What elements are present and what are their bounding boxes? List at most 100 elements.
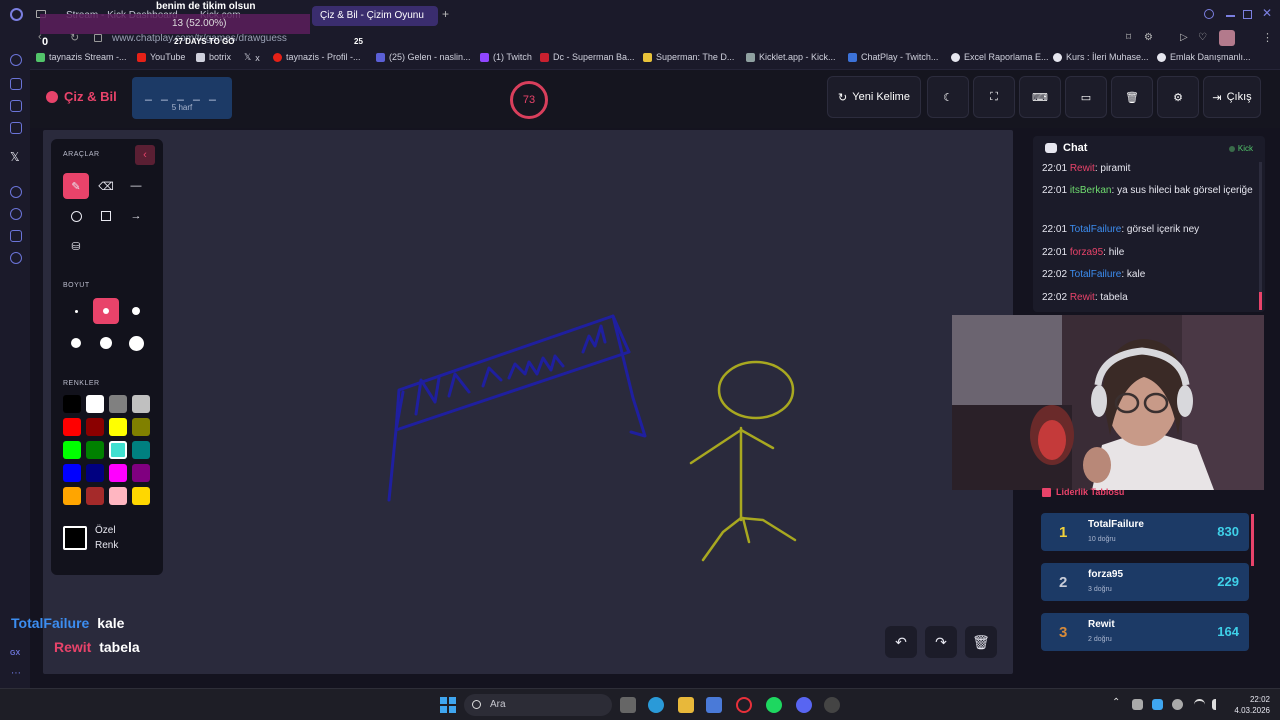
discord-icon[interactable] (796, 697, 812, 713)
bookmark-item[interactable]: Emlak Danışmanlı... (1157, 52, 1251, 62)
color-swatch[interactable] (109, 418, 127, 436)
color-swatch[interactable] (109, 487, 127, 505)
fill-tool[interactable]: ⛁ (63, 233, 89, 259)
exit-button[interactable]: ⇥ Çıkış (1203, 76, 1261, 118)
bookmark-item[interactable]: Dc - Superman Ba... (540, 52, 635, 62)
taskbar-search[interactable]: Ara (464, 694, 612, 716)
leaderboard-scroll-thumb[interactable] (1251, 514, 1254, 566)
volume-icon[interactable] (1212, 699, 1223, 710)
tab-drawguess[interactable]: Çiz & Bil - Çizim Oyunu (312, 6, 438, 26)
custom-color-swatch[interactable] (63, 526, 87, 550)
tray-app-icon[interactable] (1152, 699, 1163, 710)
color-swatch[interactable] (132, 464, 150, 482)
task-view-icon[interactable] (620, 697, 636, 713)
eraser-tool[interactable]: ⌫ (93, 173, 119, 199)
collapse-panel-button[interactable]: ‹ (135, 145, 155, 165)
sidebar-extensions-icon[interactable] (10, 230, 22, 242)
avatar[interactable] (1219, 30, 1235, 46)
keyboard-button[interactable]: ⌨ (1019, 76, 1061, 118)
color-swatch[interactable] (63, 418, 81, 436)
color-swatch[interactable] (109, 464, 127, 482)
color-swatch[interactable] (63, 395, 81, 413)
color-swatch[interactable] (86, 441, 104, 459)
archive-button[interactable]: ▭ (1065, 76, 1107, 118)
size-m-button[interactable] (123, 298, 149, 324)
chat-scrollbar[interactable] (1259, 162, 1262, 310)
circle-tool[interactable] (63, 203, 89, 229)
windows-start-icon[interactable] (440, 697, 456, 713)
clear-canvas-button[interactable]: 🗑 (965, 626, 997, 658)
bookmark-item[interactable]: Excel Raporlama E... (951, 52, 1049, 62)
sidebar-history-icon[interactable] (10, 208, 22, 220)
bookmark-item[interactable]: botrix (196, 52, 231, 62)
wifi-icon[interactable] (1194, 699, 1205, 710)
chat-scroll-thumb[interactable] (1259, 292, 1262, 310)
color-swatch[interactable] (132, 441, 150, 459)
bookmark-item[interactable]: Superman: The D... (643, 52, 734, 62)
custom-color-picker[interactable]: Özel Renk (63, 523, 118, 553)
color-swatch[interactable] (86, 395, 104, 413)
color-swatch[interactable] (132, 395, 150, 413)
obs-icon[interactable] (824, 697, 840, 713)
search-icon[interactable] (1204, 9, 1214, 19)
settings-button[interactable]: ⚙ (1157, 76, 1199, 118)
menu-icon[interactable]: ⋮ (1262, 31, 1273, 44)
new-tab-button[interactable]: + (442, 7, 449, 21)
bookmark-item[interactable]: ChatPlay - Twitch... (848, 52, 938, 62)
fullscreen-button[interactable]: ⛶ (973, 76, 1015, 118)
dark-mode-button[interactable]: ☾ (927, 76, 969, 118)
spotify-icon[interactable] (766, 697, 782, 713)
arrow-tool[interactable]: → (123, 203, 149, 229)
new-word-button[interactable]: ↻ Yeni Kelime (827, 76, 921, 118)
edge-icon[interactable] (648, 697, 664, 713)
sidebar-more-icon[interactable]: ⋯ (11, 668, 21, 679)
maximize-icon[interactable] (1243, 10, 1252, 19)
delete-button[interactable]: 🗑 (1111, 76, 1153, 118)
size-l-button[interactable] (63, 330, 89, 356)
play-icon[interactable]: ▷ (1180, 32, 1188, 43)
color-swatch[interactable] (63, 487, 81, 505)
store-icon[interactable] (706, 697, 722, 713)
line-tool[interactable]: — (123, 173, 149, 199)
close-icon[interactable]: ✕ (1262, 6, 1272, 20)
undo-button[interactable]: ↶ (885, 626, 917, 658)
color-swatch[interactable] (86, 418, 104, 436)
bookmark-item[interactable]: Kurs : İleri Muhase... (1053, 52, 1149, 62)
bookmark-item[interactable]: (1) Twitch (480, 52, 532, 62)
sidebar-settings-icon[interactable] (10, 252, 22, 264)
tray-app-icon[interactable] (1132, 699, 1143, 710)
bookmark-icon[interactable]: ⌑ (1126, 32, 1131, 43)
color-swatch[interactable] (132, 418, 150, 436)
color-swatch[interactable] (63, 441, 81, 459)
browser-logo-icon[interactable] (10, 8, 23, 21)
size-xl-button[interactable] (93, 330, 119, 356)
color-swatch[interactable] (63, 464, 81, 482)
sidebar-messenger-icon[interactable] (10, 100, 22, 112)
drawing-canvas[interactable] (43, 130, 1013, 674)
bookmark-item[interactable]: YouTube (137, 52, 185, 62)
rectangle-tool[interactable] (93, 203, 119, 229)
sidebar-m-icon[interactable] (10, 122, 22, 134)
opera-gx-icon[interactable] (736, 697, 752, 713)
heart-icon[interactable]: ♡ (1198, 32, 1207, 43)
taskbar-clock[interactable]: 22:02 4.03.2026 (1234, 694, 1270, 716)
color-swatch[interactable] (86, 464, 104, 482)
tray-chevron-icon[interactable]: ⌃ (1112, 697, 1120, 708)
extensions-icon[interactable]: ⚙ (1144, 32, 1153, 43)
size-xxl-button[interactable] (123, 330, 149, 356)
brush-tool[interactable]: ✎ (63, 173, 89, 199)
minimize-icon[interactable] (1226, 15, 1235, 17)
bookmark-item[interactable]: 𝕏x (244, 52, 260, 63)
file-explorer-icon[interactable] (678, 697, 694, 713)
bookmark-item[interactable]: taynazis - Profil -... (273, 52, 361, 62)
color-swatch[interactable] (109, 395, 127, 413)
color-swatch[interactable] (86, 487, 104, 505)
sidebar-gx-icon[interactable]: GX (10, 650, 20, 657)
size-xs-button[interactable] (63, 298, 89, 324)
bookmark-item[interactable]: (25) Gelen - naslin... (376, 52, 471, 62)
color-swatch[interactable] (109, 441, 127, 459)
bookmark-item[interactable]: taynazis Stream -... (36, 52, 127, 62)
bookmark-item[interactable]: Kicklet.app - Kick... (746, 52, 836, 62)
sidebar-app-icon[interactable] (10, 78, 22, 90)
sidebar-play-icon[interactable] (10, 186, 22, 198)
